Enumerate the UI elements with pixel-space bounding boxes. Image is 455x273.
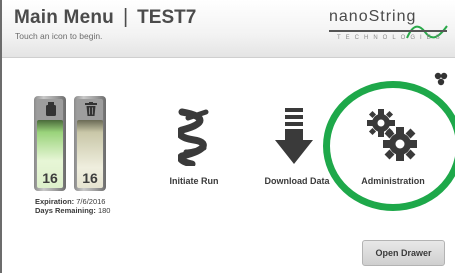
bay-1-count: 16 <box>42 170 58 186</box>
download-data-label: Download Data <box>264 176 330 186</box>
instrument-name: TEST7 <box>137 7 197 28</box>
bay-2-cap <box>77 99 103 121</box>
header-bar: Main Menu | TEST7 Touch an icon to begin… <box>2 0 455 58</box>
logo-underline <box>329 30 447 32</box>
title-row: Main Menu | TEST7 <box>14 6 196 29</box>
expiration-value: 7/6/2016 <box>76 197 106 206</box>
title-separator: | <box>122 6 129 28</box>
bottle-icon <box>46 102 56 116</box>
days-remaining-row: Days Remaining: 180 <box>35 206 110 215</box>
bay-2-count: 16 <box>82 170 98 186</box>
logo-tagline: TECHNOLOGIES <box>337 35 445 41</box>
expiration-row: Expiration: 7/6/2016 <box>35 197 110 206</box>
settings-dots-icon <box>434 72 448 86</box>
nanostring-logo: nanoString TECHNOLOGIES <box>329 8 448 48</box>
initiate-run-label: Initiate Run <box>169 176 219 186</box>
download-arrow-icon <box>275 108 313 164</box>
open-drawer-button[interactable]: Open Drawer <box>362 240 445 266</box>
instructions-text: Touch an icon to begin. <box>15 31 103 41</box>
days-remaining-value: 180 <box>97 206 111 215</box>
expiration-label: Expiration: <box>35 197 75 206</box>
highlight-circle <box>323 81 455 211</box>
dna-icon <box>178 108 209 166</box>
logo-wordmark: nanoString <box>329 8 417 25</box>
initiate-run-button[interactable]: Initiate Run <box>149 100 239 186</box>
trash-icon <box>85 102 97 116</box>
reagent-info: Expiration: 7/6/2016 Days Remaining: 180 <box>35 197 110 215</box>
main-menu-screen: Main Menu | TEST7 Touch an icon to begin… <box>0 0 455 273</box>
page-title: Main Menu <box>14 7 114 28</box>
days-remaining-label: Days Remaining: <box>35 206 96 215</box>
bay-1-cap <box>37 99 63 121</box>
